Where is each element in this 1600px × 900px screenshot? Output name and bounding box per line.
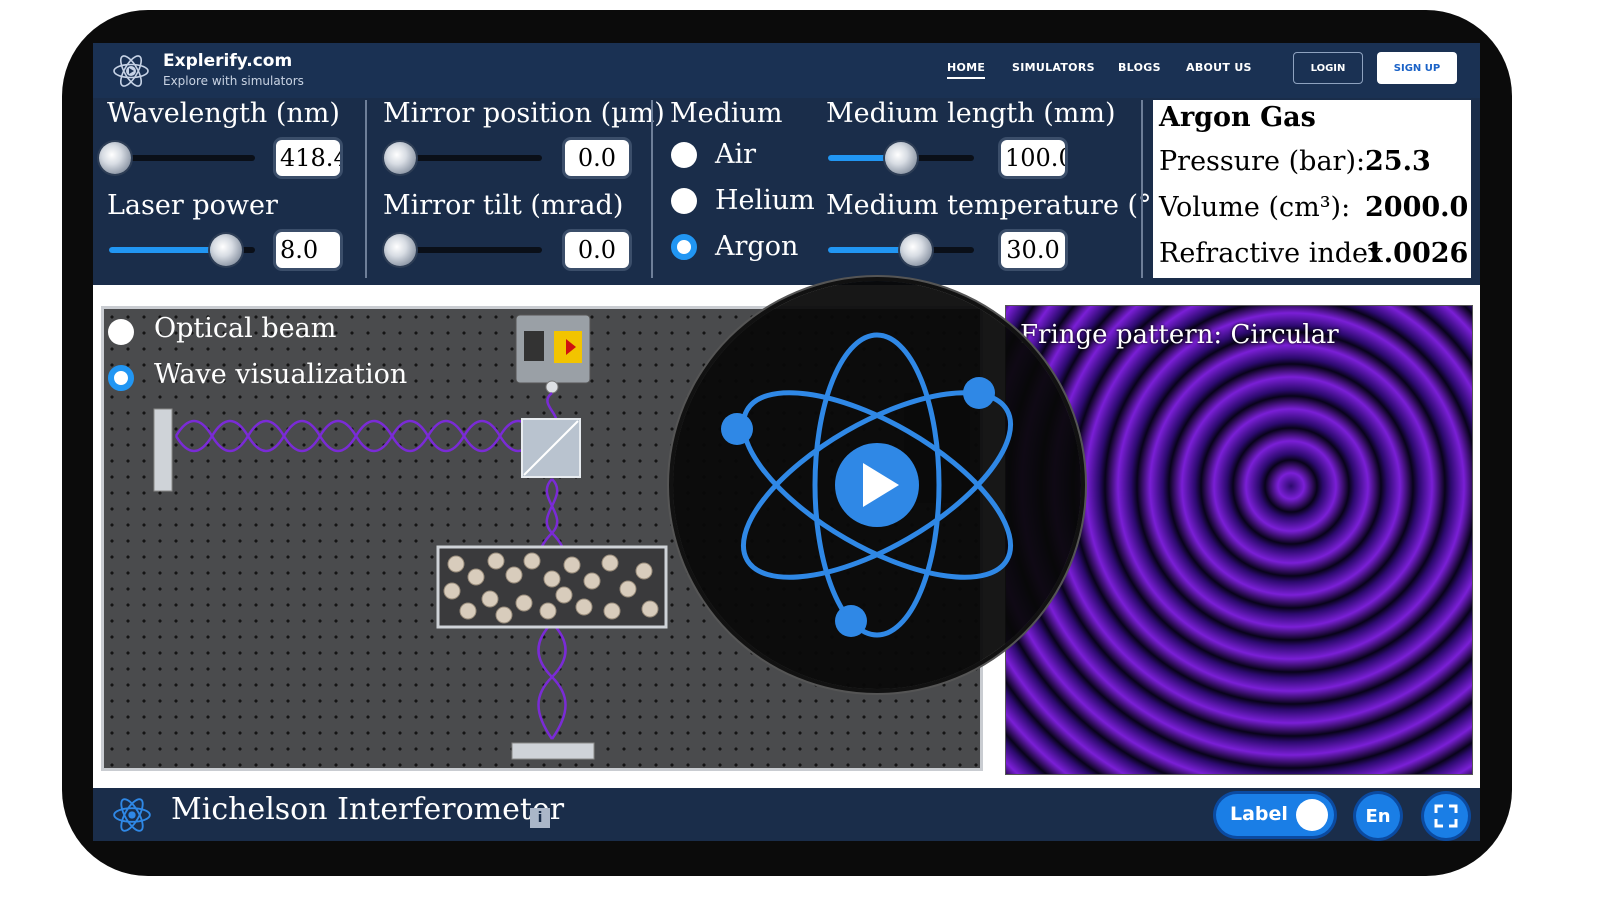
mirror-position-slider-knob[interactable]: [384, 142, 416, 174]
simulator-title: Michelson Interferometer: [171, 792, 565, 827]
wavelength-label: Wavelength (nm): [107, 98, 340, 129]
pressure-label: Pressure (bar):: [1159, 146, 1366, 177]
column-divider: [1141, 100, 1143, 278]
atom-icon: [113, 798, 151, 832]
fullscreen-button[interactable]: [1424, 794, 1468, 838]
medium-length-value-input[interactable]: 100.0: [1001, 140, 1065, 176]
login-button[interactable]: LOGIN: [1293, 52, 1363, 84]
medium-option-air[interactable]: Air: [715, 139, 756, 170]
mirror-tilt-slider[interactable]: [400, 247, 542, 253]
column-divider: [651, 100, 653, 278]
atom-play-icon: [721, 332, 1014, 638]
label-toggle[interactable]: Label: [1216, 794, 1334, 836]
medium-label: Medium: [670, 98, 783, 129]
top-nav: Explerify.com Explore with simulators HO…: [93, 43, 1480, 98]
medium-temperature-value-input[interactable]: 30.0: [1001, 232, 1065, 268]
wave-horizontal-b: [174, 419, 574, 453]
beam-splitter[interactable]: [521, 418, 581, 478]
brand-tagline: Explore with simulators: [163, 74, 304, 88]
fullscreen-icon: [1434, 804, 1458, 828]
wavelength-slider[interactable]: [115, 155, 255, 161]
wavelength-value-input[interactable]: 418.4: [276, 140, 340, 176]
nav-simulators[interactable]: SIMULATORS: [1012, 61, 1095, 74]
column-divider: [365, 100, 367, 278]
mirror-tilt-value-input[interactable]: 0.0: [565, 232, 629, 268]
mirror-position-slider[interactable]: [400, 155, 542, 161]
medium-temperature-slider-knob[interactable]: [899, 234, 932, 266]
gas-info-panel: Argon Gas Pressure (bar): 25.3 Volume (c…: [1153, 100, 1471, 278]
pressure-value: 25.3: [1365, 146, 1431, 177]
mirror-position-label: Mirror position (µm): [383, 98, 665, 129]
mirror-position-value-input[interactable]: 0.0: [565, 140, 629, 176]
mirror-tilt-slider-knob[interactable]: [384, 234, 416, 266]
atom-logo-icon[interactable]: [111, 51, 151, 91]
medium-option-helium[interactable]: Helium: [715, 185, 815, 216]
refractive-index-label: Refractive index: [1159, 238, 1384, 269]
nav-blogs[interactable]: BLOGS: [1118, 61, 1161, 74]
refractive-index-value: 1.0026: [1365, 238, 1469, 269]
medium-length-slider-knob[interactable]: [885, 142, 917, 174]
brand-name[interactable]: Explerify.com: [163, 51, 292, 71]
volume-label: Volume (cm³):: [1159, 192, 1351, 223]
wavelength-slider-knob[interactable]: [99, 142, 131, 174]
signup-button[interactable]: SIGN UP: [1377, 52, 1457, 84]
nav-about-us[interactable]: ABOUT US: [1186, 61, 1252, 74]
medium-temperature-label: Medium temperature (°C): [826, 190, 1183, 221]
nav-home[interactable]: HOME: [947, 61, 986, 79]
laser-source[interactable]: [515, 314, 591, 394]
mirror-tilt-label: Mirror tilt (mrad): [383, 190, 624, 221]
medium-radio-argon[interactable]: [671, 234, 697, 260]
laser-power-value-input[interactable]: 8.0: [276, 232, 340, 268]
movable-mirror[interactable]: [511, 742, 595, 760]
laser-power-slider-knob[interactable]: [209, 234, 242, 266]
play-overlay[interactable]: [673, 281, 1081, 689]
medium-length-label: Medium length (mm): [826, 98, 1116, 129]
label-toggle-text: Label: [1230, 803, 1288, 825]
laser-power-label: Laser power: [107, 190, 278, 221]
medium-radio-helium[interactable]: [671, 188, 697, 214]
label-toggle-knob: [1296, 799, 1328, 831]
wave-horizontal-a: [174, 419, 574, 453]
gas-info-title: Argon Gas: [1159, 102, 1316, 133]
bottom-bar: Michelson Interferometer i Label En: [93, 788, 1480, 841]
medium-option-argon[interactable]: Argon: [715, 231, 798, 262]
app-screen: Explerify.com Explore with simulators HO…: [93, 43, 1480, 841]
medium-radio-air[interactable]: [671, 142, 697, 168]
info-icon[interactable]: i: [530, 808, 550, 828]
control-panel: Wavelength (nm) 418.4 Laser power 8.0 Mi…: [93, 98, 1480, 285]
language-button[interactable]: En: [1356, 794, 1400, 838]
fixed-mirror[interactable]: [153, 408, 173, 492]
volume-value: 2000.0: [1365, 192, 1469, 223]
gas-chamber[interactable]: [436, 545, 668, 629]
